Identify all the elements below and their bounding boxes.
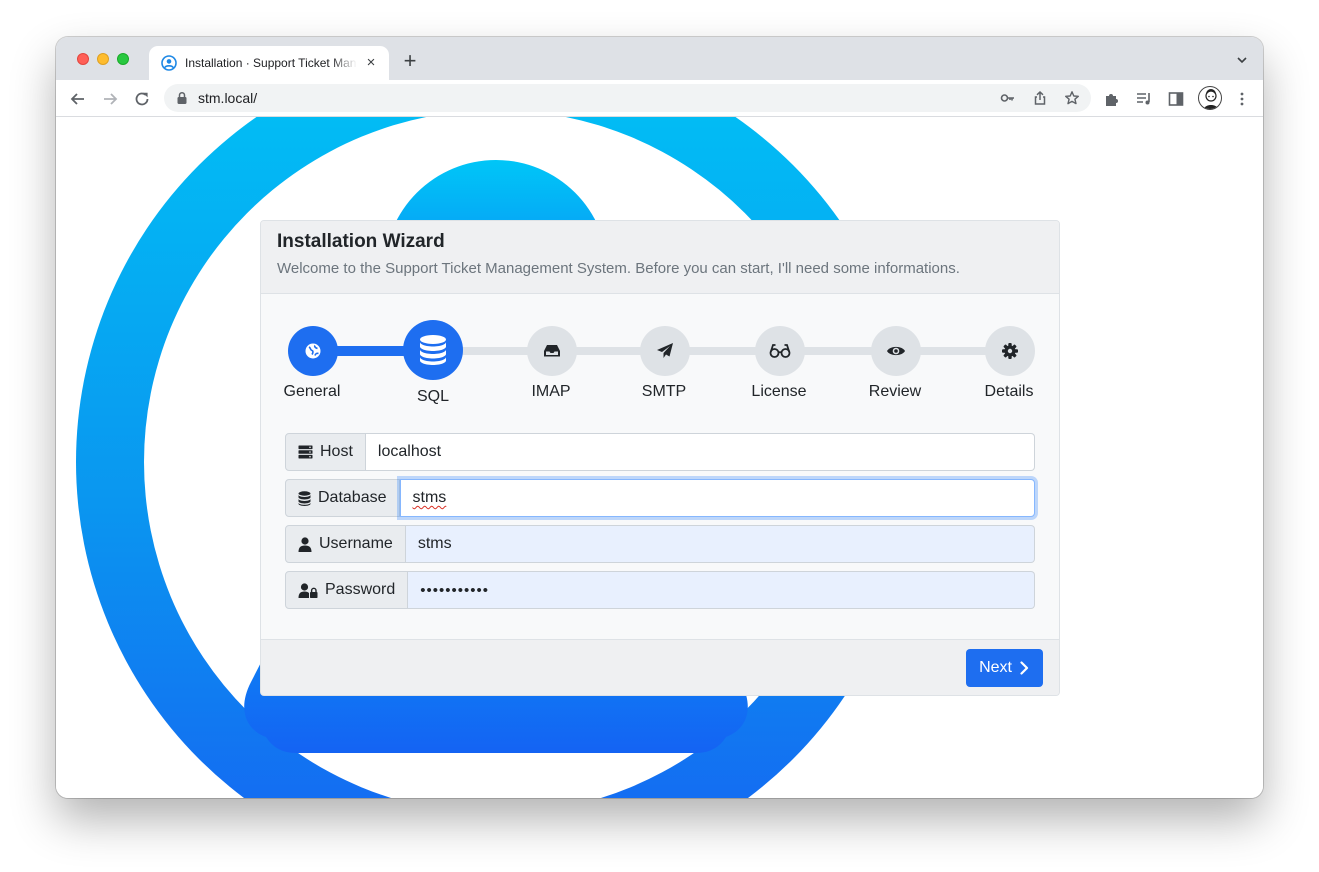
- wizard-title: Installation Wizard: [277, 231, 445, 252]
- step-label: IMAP: [531, 383, 571, 400]
- browser-tab-active[interactable]: Installation · Support Ticket Management…: [149, 46, 389, 80]
- new-tab-button[interactable]: +: [399, 50, 421, 73]
- database-icon: [298, 490, 311, 506]
- database-input[interactable]: stms: [399, 479, 1035, 517]
- password-input-group: Password •••••••••••: [285, 571, 1035, 609]
- step-label: SQL: [416, 388, 449, 405]
- share-icon[interactable]: [1032, 90, 1048, 106]
- card-header: Installation Wizard Welcome to the Suppo…: [261, 221, 1059, 294]
- step-label: License: [751, 383, 807, 400]
- address-bar[interactable]: stm.local/: [164, 84, 1091, 112]
- host-label: Host: [320, 443, 353, 460]
- glasses-icon: [769, 344, 791, 358]
- user-lock-icon: [298, 582, 318, 598]
- next-button[interactable]: Next: [966, 649, 1043, 687]
- password-label: Password: [325, 581, 396, 598]
- next-button-label: Next: [979, 659, 1012, 676]
- password-masked-value: •••••••••••: [420, 581, 490, 599]
- sql-settings-form: Host Database st: [285, 433, 1035, 617]
- step-license-circle: [755, 326, 805, 376]
- profile-avatar[interactable]: [1198, 86, 1222, 110]
- back-arrow-icon[interactable]: [68, 89, 88, 109]
- step-review-circle: [871, 326, 921, 376]
- database-icon: [420, 335, 446, 365]
- media-queue-icon[interactable]: [1135, 90, 1153, 108]
- database-value: stms: [412, 489, 447, 506]
- menu-kebab-icon[interactable]: [1233, 90, 1251, 108]
- avatar-face-icon: [1203, 89, 1219, 109]
- host-addon: Host: [285, 433, 366, 471]
- page-viewport: Installation Wizard Welcome to the Suppo…: [56, 117, 1263, 798]
- close-window-button[interactable]: [77, 53, 89, 65]
- username-input-group: Username: [285, 525, 1035, 563]
- database-label: Database: [318, 489, 387, 506]
- chevron-right-icon: [1020, 661, 1029, 675]
- tab-search-chevron-icon[interactable]: [1235, 53, 1249, 67]
- database-addon: Database: [285, 479, 400, 517]
- step-label: General: [283, 383, 341, 400]
- zoom-window-button[interactable]: [117, 53, 129, 65]
- extensions-puzzle-icon[interactable]: [1103, 90, 1121, 108]
- database-input-group: Database stms: [285, 479, 1035, 517]
- wizard-stepper: General SQL IMAP SMTP License Review Det…: [261, 317, 1059, 407]
- user-circle-favicon-icon: [161, 55, 177, 71]
- password-addon: Password: [285, 571, 409, 609]
- username-addon: Username: [285, 525, 406, 563]
- username-label: Username: [319, 535, 393, 552]
- gear-icon: [1002, 343, 1018, 359]
- wizard-subtitle: Welcome to the Support Ticket Management…: [277, 260, 960, 277]
- tab-title: Installation · Support Ticket Management…: [185, 56, 357, 70]
- browser-window: Installation · Support Ticket Management…: [56, 37, 1263, 798]
- server-icon: [298, 445, 313, 459]
- paper-plane-icon: [657, 343, 673, 358]
- bookmark-star-icon[interactable]: [1064, 90, 1080, 106]
- installation-wizard-card: Installation Wizard Welcome to the Suppo…: [260, 220, 1060, 696]
- tab-strip: Installation · Support Ticket Management…: [56, 37, 1263, 80]
- forward-arrow-icon[interactable]: [100, 89, 120, 109]
- step-label: SMTP: [641, 383, 687, 400]
- host-input[interactable]: [365, 433, 1035, 471]
- side-panel-icon[interactable]: [1167, 90, 1185, 108]
- lock-icon[interactable]: [176, 91, 188, 105]
- username-input[interactable]: [405, 525, 1035, 563]
- host-input-group: Host: [285, 433, 1035, 471]
- step-imap-circle: [527, 326, 577, 376]
- url-text: stm.local/: [198, 90, 258, 106]
- step-sql-circle: [403, 320, 463, 380]
- step-details-circle: [985, 326, 1035, 376]
- eye-icon: [887, 346, 905, 356]
- inbox-icon: [544, 345, 560, 357]
- step-smtp-circle: [640, 326, 690, 376]
- user-icon: [298, 536, 312, 552]
- step-general-circle: [288, 326, 338, 376]
- password-input[interactable]: •••••••••••: [408, 571, 1035, 609]
- card-footer: Next: [261, 639, 1059, 695]
- step-label: Review: [868, 383, 922, 400]
- step-label: Details: [984, 383, 1034, 400]
- reload-icon[interactable]: [132, 89, 152, 109]
- globe-icon: [305, 343, 321, 359]
- browser-toolbar: stm.local/: [56, 80, 1263, 117]
- tab-close-icon[interactable]: ×: [363, 55, 379, 71]
- minimize-window-button[interactable]: [97, 53, 109, 65]
- key-icon[interactable]: [1000, 90, 1016, 106]
